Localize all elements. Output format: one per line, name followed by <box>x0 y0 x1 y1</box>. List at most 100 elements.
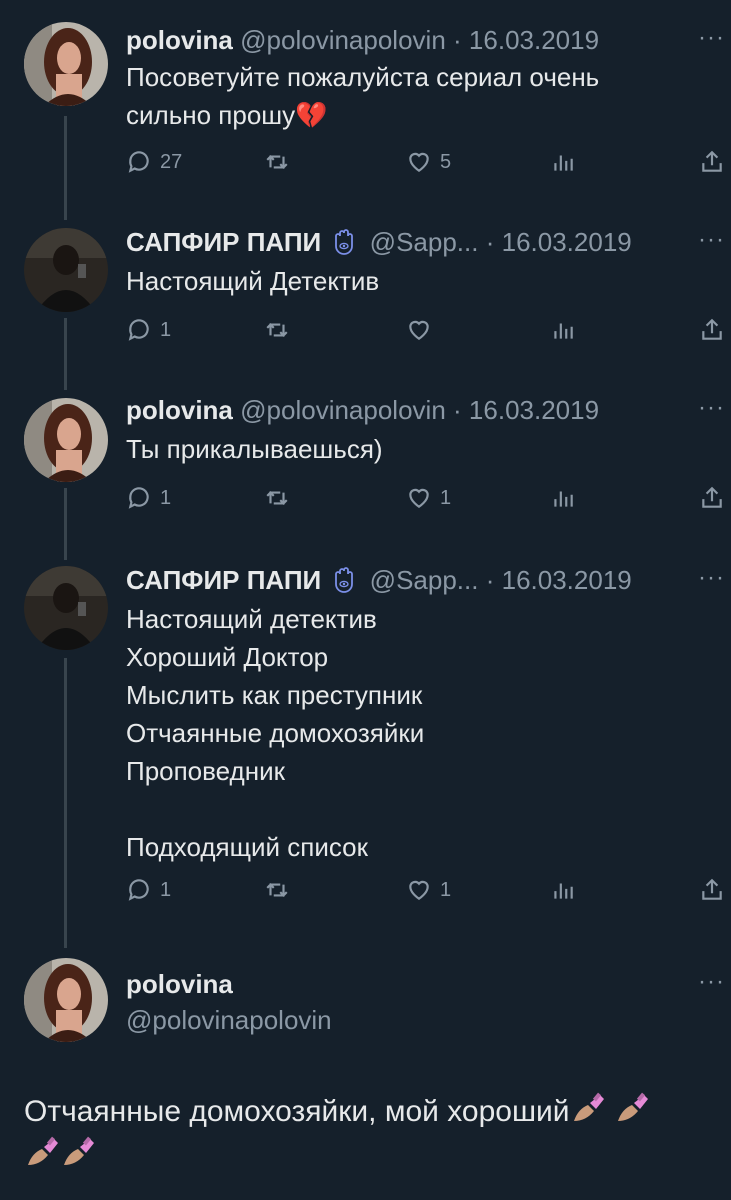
views-button[interactable] <box>550 144 576 180</box>
views-button[interactable] <box>550 872 576 908</box>
retweet-icon <box>266 883 288 897</box>
focused-tweet-text: Отчаянные домохозяйки, мой хороший <box>24 1090 724 1178</box>
avatar[interactable] <box>24 566 108 650</box>
reply-count: 1 <box>160 486 172 509</box>
nail-polish-emoji-icon <box>617 1092 648 1121</box>
like-count: 1 <box>440 878 452 901</box>
tweet-text: Настоящий детектив Хороший Доктор Мыслит… <box>126 604 425 862</box>
tweet-header: polovina @polovinapolovin · 16.03.2019 <box>126 20 731 60</box>
reply-button[interactable]: 1 <box>126 872 171 908</box>
reply-count: 1 <box>160 878 172 901</box>
tweet-handle-row: @polovinapolovin <box>126 1000 731 1040</box>
avatar[interactable] <box>24 228 108 312</box>
user-handle[interactable]: @polovinapolovin <box>240 25 446 55</box>
reply-icon <box>128 319 149 341</box>
bar-chart-icon <box>554 491 573 507</box>
like-count: 1 <box>440 486 452 509</box>
tweet-actions: 1 <box>126 312 731 348</box>
retweet-icon <box>266 155 288 169</box>
share-button[interactable] <box>699 872 725 908</box>
more-options-icon[interactable]: ··· <box>698 394 725 422</box>
thread-line <box>64 658 67 948</box>
thread-line <box>64 488 67 560</box>
avatar[interactable] <box>24 22 108 106</box>
tweet-date[interactable]: 16.03.2019 <box>502 227 632 257</box>
like-count: 5 <box>440 150 452 173</box>
user-handle[interactable]: @polovinapolovin <box>240 395 446 425</box>
nail-polish-emoji-icon <box>64 1136 94 1165</box>
separator-dot: · <box>485 565 495 595</box>
heart-icon <box>409 320 429 340</box>
reply-button[interactable]: 27 <box>126 144 182 180</box>
nail-polish-emoji-icon <box>573 1092 604 1121</box>
tweet-text: Отчаянные домохозяйки, мой хороший <box>24 1095 570 1128</box>
more-options-icon[interactable]: ··· <box>698 226 725 254</box>
hamsa-badge-icon <box>335 229 354 255</box>
more-options-icon[interactable]: ··· <box>698 564 725 592</box>
bar-chart-icon <box>554 883 573 899</box>
user-handle[interactable]: @Sapp... <box>370 227 479 257</box>
heart-icon <box>409 488 429 508</box>
thread-line <box>64 318 67 390</box>
nail-polish-emoji-icon <box>28 1136 58 1165</box>
reply-icon <box>128 879 149 901</box>
retweet-icon <box>266 323 288 337</box>
like-button[interactable]: 1 <box>406 480 451 516</box>
display-name[interactable]: САПФИР ПАПИ <box>126 227 321 257</box>
display-name[interactable]: САПФИР ПАПИ <box>126 565 321 595</box>
tweet-actions: 1 1 <box>126 872 731 908</box>
tweet-actions: 27 5 <box>126 144 731 180</box>
retweet-button[interactable] <box>263 480 299 516</box>
avatar[interactable] <box>24 398 108 482</box>
bar-chart-icon <box>554 155 573 171</box>
reply-button[interactable]: 1 <box>126 312 171 348</box>
share-icon <box>702 486 722 508</box>
separator-dot: · <box>485 227 495 257</box>
reply-count: 27 <box>160 150 183 173</box>
avatar[interactable] <box>24 958 108 1042</box>
user-handle[interactable]: @Sapp... <box>370 565 479 595</box>
tweet-date[interactable]: 16.03.2019 <box>502 565 632 595</box>
separator-dot: · <box>453 25 462 55</box>
share-button[interactable] <box>699 480 725 516</box>
heart-icon <box>409 880 429 900</box>
display-name[interactable]: polovina <box>126 395 233 425</box>
display-name[interactable]: polovina <box>126 969 233 999</box>
tweet-actions: 1 1 <box>126 480 731 516</box>
tweet-text: Настоящий Детектив <box>126 266 380 296</box>
retweet-button[interactable] <box>263 872 299 908</box>
share-button[interactable] <box>699 312 725 348</box>
reply-icon <box>128 151 149 173</box>
bar-chart-icon <box>554 323 573 339</box>
share-icon <box>702 878 722 900</box>
heart-icon <box>409 152 429 172</box>
hamsa-badge-icon <box>335 567 354 593</box>
retweet-icon <box>266 491 288 505</box>
like-button[interactable] <box>406 312 440 348</box>
tweet-header: САПФИР ПАПИ @Sapp... · 16.03.2019 <box>126 560 731 600</box>
views-button[interactable] <box>550 312 576 348</box>
thread-line <box>64 116 67 220</box>
tweet-text: Ты прикалываешься) <box>126 434 383 464</box>
tweet-header: САПФИР ПАПИ @Sapp... · 16.03.2019 <box>126 222 731 262</box>
like-button[interactable]: 5 <box>406 144 451 180</box>
reply-icon <box>128 487 149 509</box>
more-options-icon[interactable]: ··· <box>698 968 725 996</box>
more-options-icon[interactable]: ··· <box>698 24 725 52</box>
reply-button[interactable]: 1 <box>126 480 171 516</box>
tweet-date[interactable]: 16.03.2019 <box>469 25 599 55</box>
separator-dot: · <box>453 395 462 425</box>
user-handle[interactable]: @polovinapolovin <box>126 1005 332 1035</box>
views-button[interactable] <box>550 480 576 516</box>
display-name[interactable]: polovina <box>126 25 233 55</box>
share-button[interactable] <box>699 144 725 180</box>
like-button[interactable]: 1 <box>406 872 451 908</box>
retweet-button[interactable] <box>263 312 299 348</box>
tweet-header: polovina @polovinapolovin · 16.03.2019 <box>126 390 731 430</box>
share-icon <box>702 150 722 172</box>
reply-count: 1 <box>160 318 172 341</box>
retweet-button[interactable] <box>263 144 299 180</box>
tweet-date[interactable]: 16.03.2019 <box>469 395 599 425</box>
tweet-header: polovina <box>126 964 731 1004</box>
tweet-text: Посоветуйте пожалуйста сериал очень силь… <box>126 62 600 130</box>
